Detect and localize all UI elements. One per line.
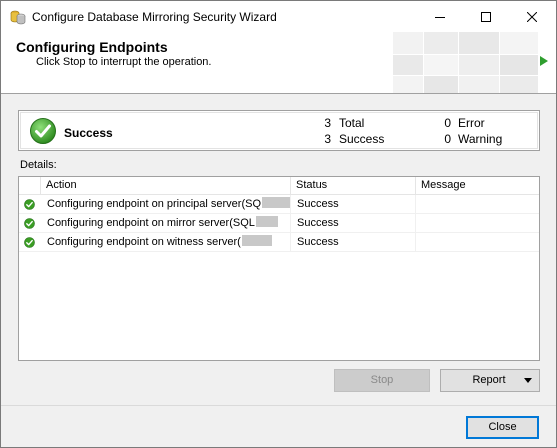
message-cell xyxy=(416,214,539,233)
column-header-message[interactable]: Message xyxy=(416,177,539,195)
wizard-header: Configuring Endpoints Click Stop to inte… xyxy=(1,32,556,94)
success-check-icon xyxy=(24,237,35,248)
message-cell xyxy=(416,195,539,214)
error-count: 0 xyxy=(444,116,451,130)
action-cell: Configuring endpoint on principal server… xyxy=(41,195,291,214)
close-button[interactable]: Close xyxy=(466,416,539,439)
database-wizard-icon xyxy=(10,10,26,25)
error-label: Error xyxy=(458,116,485,130)
maximize-icon xyxy=(481,11,491,22)
stop-button[interactable]: Stop xyxy=(334,369,430,392)
summary-panel: Success 3 Total 3 Success 0 Error 0 Warn… xyxy=(18,110,540,151)
action-cell: Configuring endpoint on witness server( xyxy=(41,233,291,252)
action-text: Configuring endpoint on principal server… xyxy=(47,198,262,210)
action-text: Configuring endpoint on witness server( xyxy=(47,236,241,248)
report-button[interactable]: Report xyxy=(440,369,540,392)
page-subtitle: Click Stop to interrupt the operation. xyxy=(36,56,212,68)
status-cell: Success xyxy=(291,233,416,252)
footer-divider xyxy=(1,405,556,406)
total-count: 3 xyxy=(324,116,331,130)
table-row[interactable]: Configuring endpoint on witness server( … xyxy=(19,233,539,252)
message-cell xyxy=(416,233,539,252)
warning-count: 0 xyxy=(444,132,451,146)
column-header-action[interactable]: Action xyxy=(41,177,291,195)
table-row[interactable]: Configuring endpoint on principal server… xyxy=(19,195,539,214)
dropdown-arrow-icon[interactable] xyxy=(524,378,532,383)
wizard-window: Configure Database Mirroring Security Wi… xyxy=(0,0,557,448)
summary-status: Success xyxy=(64,126,113,140)
header-banner-graphic xyxy=(393,32,538,93)
minimize-button[interactable] xyxy=(417,1,463,32)
report-button-label: Report xyxy=(472,374,506,386)
summary-inner: Success 3 Total 3 Success 0 Error 0 Warn… xyxy=(20,112,538,149)
success-label: Success xyxy=(339,132,385,146)
close-window-button[interactable] xyxy=(509,1,555,32)
title-bar[interactable]: Configure Database Mirroring Security Wi… xyxy=(1,1,556,32)
action-text: Configuring endpoint on mirror server(SQ… xyxy=(47,217,255,229)
success-check-icon xyxy=(24,218,35,229)
maximize-button[interactable] xyxy=(463,1,509,32)
play-arrow-icon xyxy=(540,56,548,66)
success-check-icon xyxy=(30,118,56,144)
warning-label: Warning xyxy=(458,132,503,146)
details-header-row: Action Status Message xyxy=(19,177,539,195)
action-cell: Configuring endpoint on mirror server(SQ… xyxy=(41,214,291,233)
minimize-icon xyxy=(435,16,445,18)
table-row[interactable]: Configuring endpoint on mirror server(SQ… xyxy=(19,214,539,233)
total-label: Total xyxy=(339,116,365,130)
details-label: Details: xyxy=(20,159,57,171)
status-cell: Success xyxy=(291,214,416,233)
success-check-icon xyxy=(24,199,35,210)
redacted-block xyxy=(241,235,272,246)
close-icon xyxy=(527,11,537,22)
column-header-status[interactable]: Status xyxy=(291,177,416,195)
details-list[interactable]: Action Status Message Configuring endpoi… xyxy=(18,176,540,361)
redacted-block xyxy=(255,216,278,227)
page-title: Configuring Endpoints xyxy=(16,39,168,55)
window-title: Configure Database Mirroring Security Wi… xyxy=(32,10,277,24)
success-count: 3 xyxy=(324,132,331,146)
icon-column-header[interactable] xyxy=(19,177,41,195)
status-cell: Success xyxy=(291,195,416,214)
redacted-block xyxy=(262,197,290,208)
